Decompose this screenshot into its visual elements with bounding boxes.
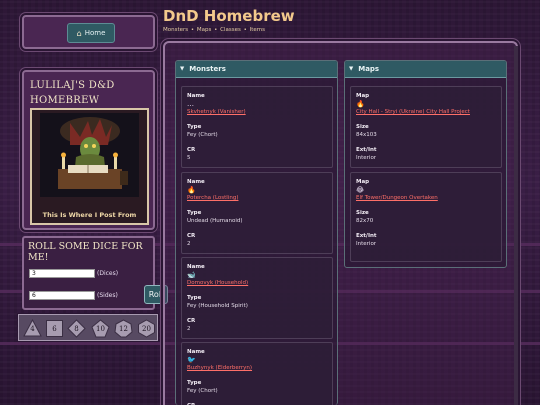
d20-die-button[interactable]: 20	[137, 319, 156, 338]
dice-count-label: (Dices)	[97, 270, 119, 277]
map-size-label: Size	[356, 124, 369, 130]
d12-label: 12	[119, 324, 128, 333]
monster-icon: …	[187, 100, 194, 108]
monster-card: Name 🐋 Domovyk (Household) Type Fey (Hou…	[181, 257, 333, 339]
map-name-link[interactable]: Elf Tower/Dungeon Overtaken	[356, 194, 501, 202]
monster-cr-value: 2	[187, 241, 191, 247]
monster-type-label: Type	[187, 295, 202, 301]
monster-name-label: Name	[187, 349, 205, 355]
map-ext-value: Interior	[356, 155, 377, 161]
map-name-label: Map	[356, 179, 370, 185]
map-name-link[interactable]: City Hall - Stryi (Ukraine) City Hall Pr…	[356, 108, 501, 116]
d4-label: 4	[30, 324, 35, 333]
dice-count-row: (Dices)	[29, 269, 118, 278]
maps-panel: ▼ Maps Map 🔥 City Hall - Stryi (Ukraine)…	[344, 60, 507, 268]
home-icon: ⌂	[76, 28, 82, 38]
monster-type-value: Fey (Household Spirit)	[187, 303, 248, 309]
monster-name-label: Name	[187, 179, 205, 185]
monster-type-value: Fey (Chort)	[187, 132, 218, 138]
monster-cr-label: CR	[187, 318, 196, 324]
maps-panel-header[interactable]: ▼ Maps	[345, 61, 506, 78]
map-name-label: Map	[356, 93, 370, 99]
dice-selector-bar: 4 6 8 10 12 20	[18, 314, 158, 341]
map-ext-label: Ext/Int	[356, 233, 377, 239]
maps-panel-title: Maps	[358, 65, 380, 73]
nav-classes-link[interactable]: Classes	[220, 27, 241, 33]
monster-icon: 🐦	[187, 356, 196, 364]
monster-icon: 🔥	[187, 186, 196, 194]
monster-card: Name … Skvhetnyk (Vanisher) Type Fey (Ch…	[181, 86, 333, 168]
dice-sides-input[interactable]	[29, 291, 95, 300]
d12-die-button[interactable]: 12	[114, 319, 133, 338]
nav-items-link[interactable]: Items	[250, 27, 265, 33]
dice-sides-row: (Sides)	[29, 291, 118, 300]
d10-die-button[interactable]: 10	[91, 319, 110, 338]
collapse-triangle-icon: ▼	[180, 66, 185, 72]
monster-type-label: Type	[187, 210, 202, 216]
home-label: Home	[84, 29, 106, 37]
monster-card: Name 🐦 Buzhynyk (Elderberryn) Type Fey (…	[181, 342, 333, 405]
map-size-label: Size	[356, 210, 369, 216]
site-nav: Monsters • Maps • Classes • Items	[163, 27, 266, 33]
map-size-value: 84x103	[356, 132, 377, 138]
map-card: Map 😂 Elf Tower/Dungeon Overtaken Size 8…	[350, 172, 502, 262]
nav-separator: •	[243, 27, 247, 33]
collapse-triangle-icon: ▼	[349, 66, 354, 72]
monster-name-link[interactable]: Skvhetnyk (Vanisher)	[187, 108, 332, 116]
d8-label: 8	[74, 324, 79, 333]
monster-name-label: Name	[187, 93, 205, 99]
main-scrollbar[interactable]	[514, 46, 518, 405]
monsters-panel-title: Monsters	[189, 65, 226, 73]
nav-separator: •	[190, 27, 195, 33]
nav-maps-link[interactable]: Maps	[197, 27, 211, 33]
profile-box: LULILAJ'S D&D HOMEBREW This Is Where I P…	[22, 70, 155, 230]
site-title: DnD Homebrew	[163, 7, 295, 25]
d20-label: 20	[142, 324, 151, 333]
monster-cr-label: CR	[187, 147, 196, 153]
dice-roller: ROLL SOME DICE FOR ME! (Dices) (Sides) R…	[22, 236, 168, 310]
monster-card: Name 🔥 Potercha (Lostling) Type Undead (…	[181, 172, 333, 254]
monster-type-value: Undead (Humanoid)	[187, 218, 243, 224]
monster-type-value: Fey (Chort)	[187, 388, 218, 394]
map-icon: 😂	[356, 186, 365, 194]
monster-icon: 🐋	[187, 271, 196, 279]
monsters-panel-header[interactable]: ▼ Monsters	[176, 61, 337, 78]
nav-monsters-link[interactable]: Monsters	[163, 27, 188, 33]
profile-portrait: This Is Where I Post From	[30, 108, 149, 225]
monster-cr-value: 2	[187, 326, 191, 332]
map-ext-label: Ext/Int	[356, 147, 377, 153]
monster-name-link[interactable]: Buzhynyk (Elderberryn)	[187, 364, 332, 372]
monster-cr-value: 5	[187, 155, 191, 161]
d4-die-button[interactable]: 4	[23, 319, 42, 338]
d6-die-button[interactable]: 6	[45, 319, 64, 338]
portrait-caption: This Is Where I Post From	[42, 211, 137, 219]
map-size-value: 82x70	[356, 218, 374, 224]
monster-type-label: Type	[187, 124, 202, 130]
map-card: Map 🔥 City Hall - Stryi (Ukraine) City H…	[350, 86, 502, 168]
portrait-image	[40, 113, 139, 197]
dice-sides-label: (Sides)	[97, 292, 118, 299]
d8-die-button[interactable]: 8	[67, 319, 86, 338]
d6-label: 6	[52, 324, 57, 333]
monster-type-label: Type	[187, 380, 202, 386]
monster-name-label: Name	[187, 264, 205, 270]
home-button[interactable]: ⌂ Home	[67, 23, 115, 43]
map-ext-value: Interior	[356, 241, 377, 247]
dice-count-input[interactable]	[29, 269, 95, 278]
d10-label: 10	[96, 324, 105, 333]
monster-name-link[interactable]: Domovyk (Household)	[187, 279, 332, 287]
map-icon: 🔥	[356, 100, 365, 108]
monster-name-link[interactable]: Potercha (Lostling)	[187, 194, 332, 202]
profile-title: LULILAJ'S D&D HOMEBREW	[30, 80, 115, 106]
monster-cr-label: CR	[187, 233, 196, 239]
monsters-panel: ▼ Monsters Name … Skvhetnyk (Vanisher) T…	[175, 60, 338, 405]
home-nav-box: ⌂ Home	[22, 15, 155, 49]
nav-separator: •	[214, 27, 218, 33]
dice-roller-title: ROLL SOME DICE FOR ME!	[28, 241, 143, 263]
